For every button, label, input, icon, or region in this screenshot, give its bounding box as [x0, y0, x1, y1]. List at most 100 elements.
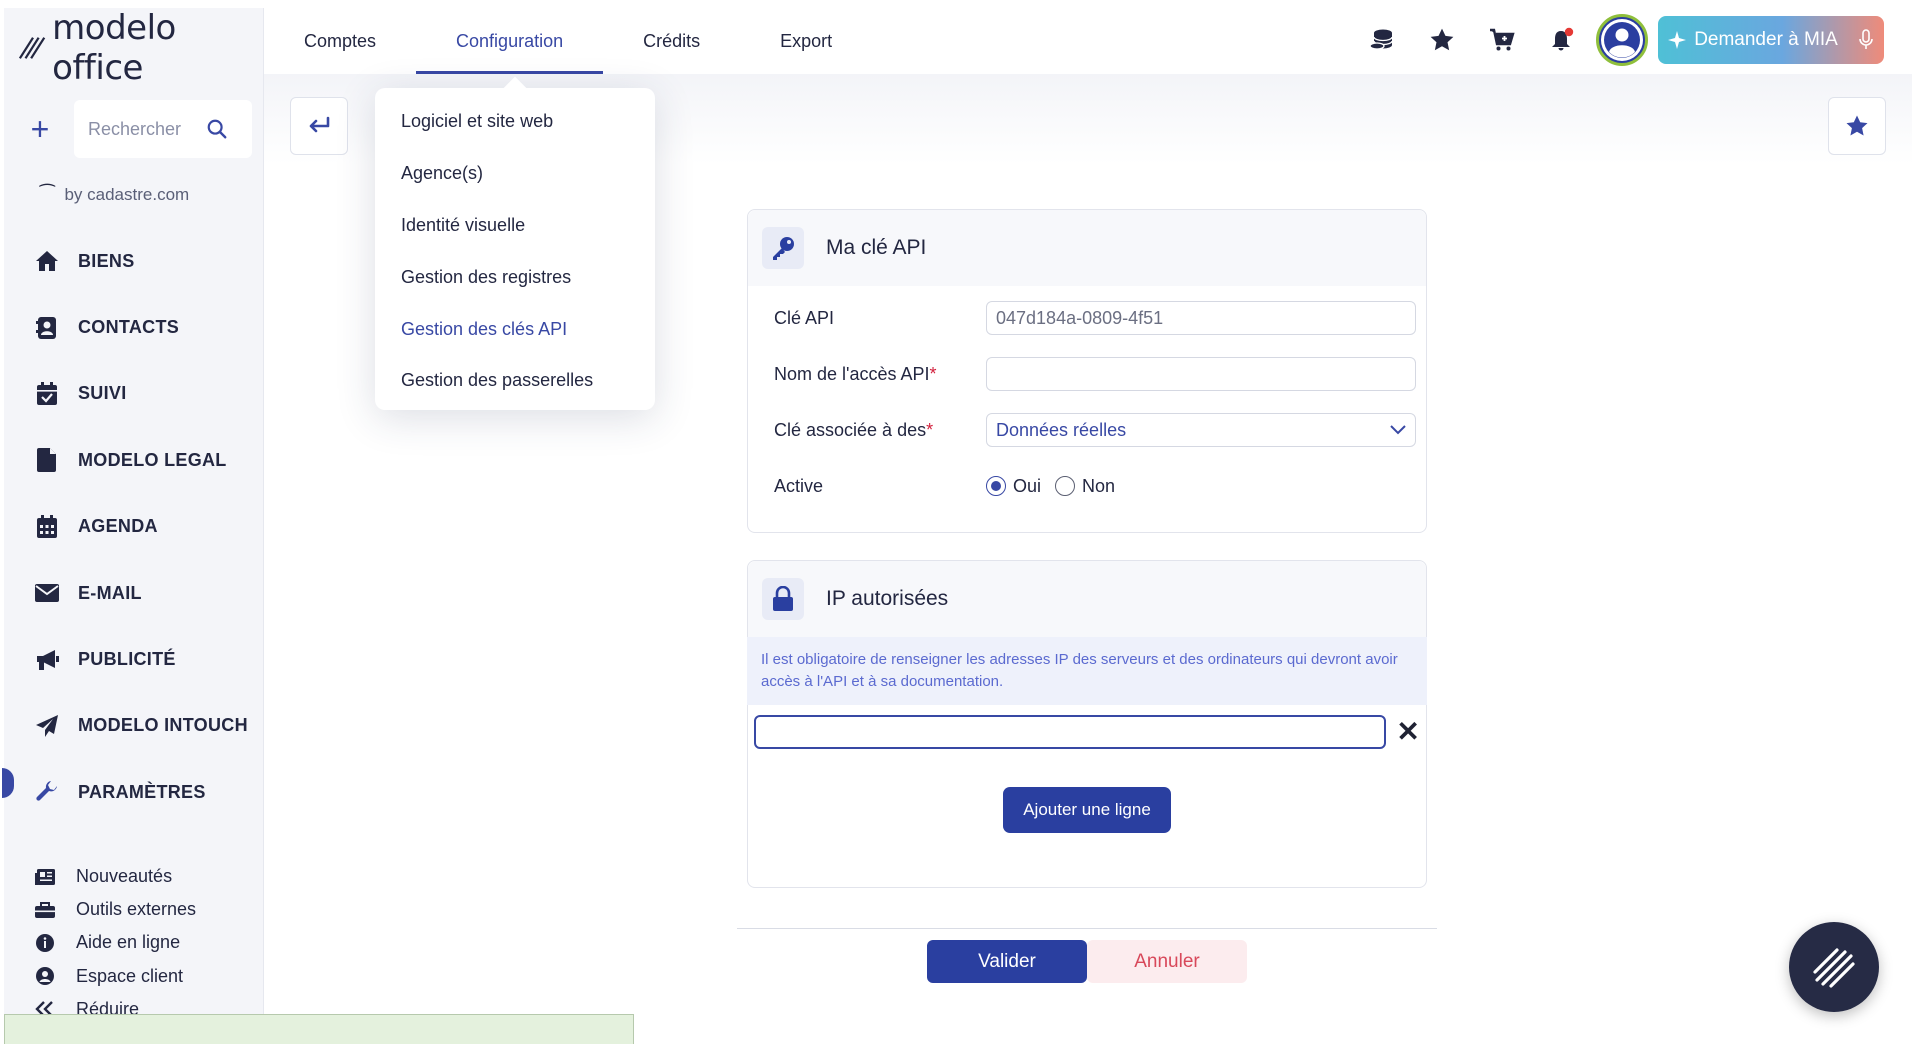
- link-outils-externes[interactable]: Outils externes: [34, 893, 196, 926]
- ip-card: IP autorisées Il est obligatoire de rens…: [747, 560, 1427, 888]
- api-key-field[interactable]: [986, 301, 1416, 335]
- search-icon[interactable]: [206, 118, 228, 140]
- api-key-card-header: Ma clé API: [748, 210, 1426, 286]
- sidebar-top-actions: +: [20, 100, 252, 158]
- favorites-button[interactable]: [1412, 15, 1472, 65]
- sidebar-item-modelo-legal[interactable]: MODELO LEGAL: [34, 427, 248, 493]
- tab-credits[interactable]: Crédits: [603, 8, 740, 74]
- active-no-radio[interactable]: Non: [1055, 476, 1115, 497]
- link-label: Outils externes: [76, 899, 197, 920]
- wrench-icon: [34, 779, 60, 805]
- add-line-button[interactable]: Ajouter une ligne: [1003, 787, 1171, 833]
- logo-stripes-icon: [1813, 948, 1855, 988]
- link-espace-client[interactable]: Espace client: [34, 960, 196, 993]
- api-active-label: Active: [774, 475, 824, 496]
- api-assoc-label-text: Clé associée à des: [774, 419, 927, 440]
- avatar[interactable]: [1596, 14, 1648, 66]
- notifications-button[interactable]: [1532, 15, 1592, 65]
- back-button[interactable]: [290, 97, 348, 155]
- menu-item-gestion-registres[interactable]: Gestion des registres: [375, 251, 655, 303]
- api-assoc-row: Clé associée à des* Données réelles: [748, 402, 1426, 458]
- sidebar-item-email[interactable]: E-MAIL: [34, 560, 248, 626]
- link-label: Aide en ligne: [76, 932, 181, 953]
- star-icon: [1846, 115, 1868, 136]
- by-line-text: by cadastre.com: [64, 184, 190, 204]
- sidebar-item-modelo-intouch[interactable]: MODELO INTOUCH: [34, 693, 248, 759]
- validate-button[interactable]: Valider: [927, 940, 1087, 983]
- sidebar-item-label: BIENS: [78, 250, 135, 271]
- lock-icon: [762, 578, 804, 620]
- sidebar-item-publicite[interactable]: PUBLICITÉ: [34, 626, 248, 692]
- sidebar-item-label: MODELO LEGAL: [78, 449, 227, 470]
- favorite-page-button[interactable]: [1828, 97, 1886, 155]
- menu-item-gestion-cles-api[interactable]: Gestion des clés API: [375, 303, 655, 355]
- data-type-select[interactable]: Données réelles: [986, 413, 1416, 447]
- modelo-fab-button[interactable]: [1789, 922, 1879, 1012]
- api-key-card: Ma clé API Clé API Nom de l'accès API* C…: [747, 209, 1427, 533]
- required-mark: *: [926, 419, 934, 440]
- return-arrow-icon: [309, 116, 330, 133]
- data-type-selected: Données réelles: [996, 419, 1127, 440]
- sidebar-item-biens[interactable]: BIENS: [34, 228, 248, 294]
- cart-icon: [1490, 28, 1515, 51]
- tab-export[interactable]: Export: [740, 8, 872, 74]
- sidebar-item-label: PUBLICITÉ: [78, 649, 176, 670]
- active-yes-radio[interactable]: Oui: [986, 476, 1041, 497]
- coins-button[interactable]: [1352, 15, 1412, 65]
- active-radio-group: Oui Non: [986, 476, 1115, 497]
- paper-plane-icon: [34, 713, 60, 739]
- cancel-button[interactable]: Annuler: [1087, 940, 1247, 983]
- document-icon: [34, 447, 60, 473]
- menu-item-agences[interactable]: Agence(s): [375, 148, 655, 200]
- link-aide-en-ligne[interactable]: Aide en ligne: [34, 926, 196, 959]
- required-mark: *: [929, 363, 937, 384]
- api-name-row: Nom de l'accès API*: [748, 346, 1426, 402]
- info-icon: [34, 932, 56, 954]
- sidebar-item-parametres[interactable]: PARAMÈTRES: [34, 759, 248, 825]
- home-icon: [34, 248, 60, 274]
- menu-item-gestion-passerelles[interactable]: Gestion des passerelles: [375, 355, 655, 407]
- sparkle-icon: [1668, 31, 1687, 49]
- menu-item-logiciel-site-web[interactable]: Logiciel et site web: [375, 96, 655, 148]
- cart-button[interactable]: [1472, 15, 1532, 65]
- sidebar-item-label: CONTACTS: [78, 317, 180, 338]
- microphone-icon: [1859, 29, 1873, 49]
- bottom-status-bar: [4, 1014, 634, 1044]
- logo-stripes-icon: [18, 37, 46, 59]
- api-name-field[interactable]: [986, 357, 1416, 391]
- sidebar-bottom-links: Nouveautés Outils externes Aide en ligne…: [34, 860, 196, 1026]
- form-divider: [737, 928, 1437, 929]
- active-indicator: [2, 768, 14, 798]
- add-button[interactable]: +: [20, 109, 60, 149]
- tab-configuration[interactable]: Configuration: [416, 8, 604, 74]
- api-active-row: Active Oui Non: [748, 458, 1426, 514]
- api-assoc-label: Clé associée à des*: [774, 420, 986, 441]
- ip-address-input[interactable]: [754, 715, 1387, 749]
- remove-ip-button[interactable]: ✕: [1396, 718, 1420, 746]
- sidebar-item-agenda[interactable]: AGENDA: [34, 494, 248, 560]
- tab-comptes[interactable]: Comptes: [264, 8, 416, 74]
- api-name-label: Nom de l'accès API*: [774, 364, 986, 385]
- ask-mia-button[interactable]: Demander à MIA: [1658, 16, 1884, 64]
- api-key-row: Clé API: [748, 290, 1426, 346]
- search-input[interactable]: [88, 118, 198, 140]
- api-key-label: Clé API: [774, 307, 835, 328]
- close-icon: ✕: [1396, 716, 1420, 747]
- sidebar-item-label: SUIVI: [78, 383, 127, 404]
- cadastre-mark-icon: ⁀: [40, 184, 55, 204]
- ip-card-title: IP autorisées: [826, 587, 949, 610]
- ip-info-note: Il est obligatoire de renseigner les adr…: [747, 637, 1427, 705]
- sidebar-item-suivi[interactable]: SUIVI: [34, 361, 248, 427]
- radio-unchecked-icon: [1055, 476, 1076, 496]
- sidebar-item-contacts[interactable]: CONTACTS: [34, 294, 248, 360]
- link-label: Espace client: [76, 965, 184, 986]
- active-no-label: Non: [1082, 475, 1116, 496]
- user-avatar-icon: [1601, 19, 1643, 61]
- api-name-label-text: Nom de l'accès API: [774, 363, 930, 384]
- sidebar-nav: BIENS CONTACTS SUIVI MODELO LEGAL AGENDA: [34, 228, 248, 826]
- active-yes-label: Oui: [1013, 475, 1042, 496]
- key-icon: [762, 227, 804, 269]
- link-nouveautes[interactable]: Nouveautés: [34, 860, 196, 893]
- app-logo[interactable]: modelo office: [18, 8, 263, 88]
- menu-item-identite-visuelle[interactable]: Identité visuelle: [375, 200, 655, 252]
